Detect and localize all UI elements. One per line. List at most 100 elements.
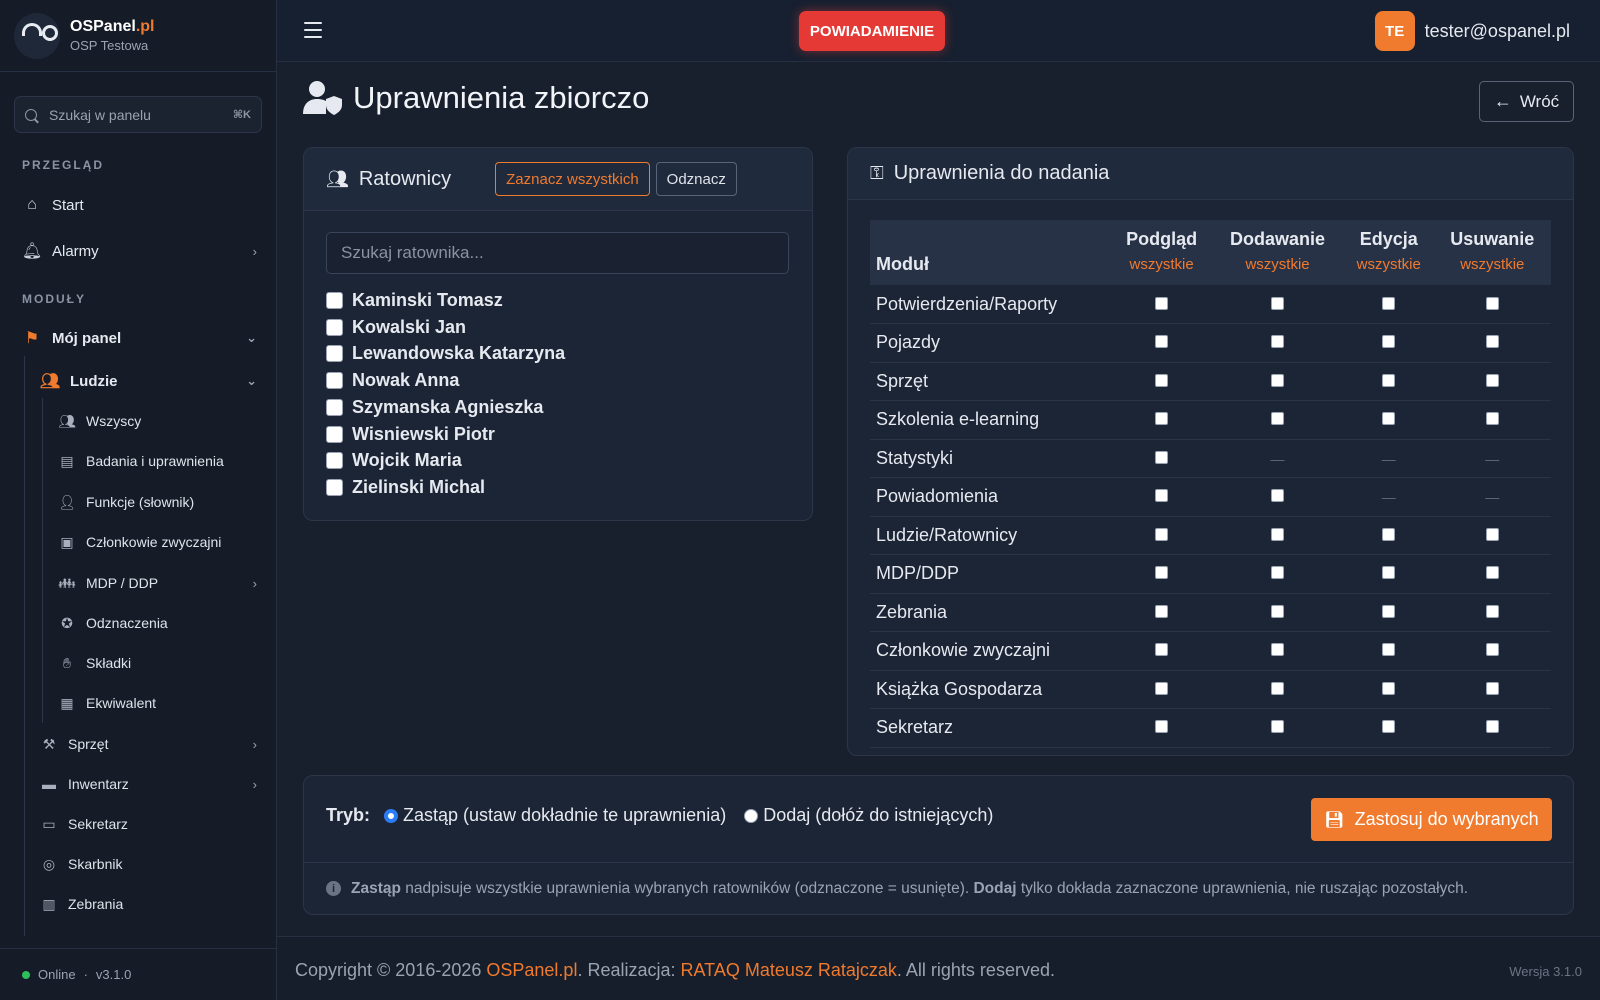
- permission-checkbox[interactable]: [1271, 566, 1285, 580]
- mode-replace-radio[interactable]: [384, 808, 399, 823]
- permission-checkbox[interactable]: [1155, 720, 1169, 734]
- mode-label: Tryb:: [326, 805, 371, 825]
- rescuer-search-input[interactable]: Szukaj ratownika...: [326, 232, 789, 274]
- rescuer-item[interactable]: Wisniewski Piotr: [326, 424, 495, 445]
- permission-checkbox[interactable]: [1271, 373, 1285, 387]
- permission-checkbox[interactable]: [1155, 335, 1169, 349]
- rescuer-checkbox[interactable]: [326, 318, 343, 336]
- sidebar-item-alarms[interactable]: 🔔︎ Alarmy ›: [0, 240, 277, 262]
- rescuer-item[interactable]: Wojcik Maria: [326, 450, 462, 471]
- rescuer-item[interactable]: Kaminski Tomasz: [326, 290, 503, 311]
- rescuer-checkbox[interactable]: [326, 452, 343, 470]
- permission-checkbox[interactable]: [1485, 335, 1499, 349]
- rescuer-checkbox[interactable]: [326, 398, 343, 416]
- user-menu[interactable]: TE tester@ospanel.pl: [1374, 11, 1570, 51]
- permission-checkbox[interactable]: [1155, 296, 1169, 310]
- permission-checkbox[interactable]: [1271, 489, 1285, 503]
- sidebar-subitem-4[interactable]: 👪︎ MDP / DDP ›: [0, 572, 277, 594]
- footer-author-link[interactable]: RATAQ Mateusz Ratajczak: [681, 960, 897, 980]
- mode-add-radio[interactable]: [744, 808, 759, 823]
- sidebar-item-my-panel[interactable]: ⚑ Mój panel ⌄: [0, 327, 277, 349]
- sidebar-module-3[interactable]: ◎ Skarbnik: [0, 853, 277, 875]
- sidebar-item-people[interactable]: 👥︎ Ludzie ⌄: [0, 370, 277, 392]
- permission-checkbox[interactable]: [1485, 604, 1499, 618]
- permission-checkbox[interactable]: [1155, 412, 1169, 426]
- sidebar-module-1[interactable]: ▬ Inwentarz ›: [0, 773, 277, 795]
- permission-checkbox[interactable]: [1271, 527, 1285, 541]
- permission-checkbox[interactable]: [1155, 373, 1169, 387]
- rescuer-item[interactable]: Kowalski Jan: [326, 317, 466, 338]
- sidebar-module-0[interactable]: ⚒ Sprzęt ›: [0, 733, 277, 755]
- sidebar-subitem-3[interactable]: ▣ Członkowie zwyczajni: [0, 531, 277, 553]
- select-column-all-link[interactable]: wszystkie: [1344, 256, 1434, 273]
- permission-checkbox[interactable]: [1271, 643, 1285, 657]
- permission-checkbox[interactable]: [1382, 643, 1396, 657]
- sidebar-subitem-0[interactable]: 👥︎ Wszyscy: [0, 410, 277, 432]
- select-column-all-link[interactable]: wszystkie: [1112, 256, 1211, 273]
- back-button[interactable]: ← Wróć: [1479, 81, 1574, 122]
- sidebar-module-2[interactable]: ▭ Sekretarz: [0, 813, 277, 835]
- permission-checkbox[interactable]: [1155, 643, 1169, 657]
- permission-checkbox[interactable]: [1382, 412, 1396, 426]
- permission-checkbox[interactable]: [1155, 527, 1169, 541]
- notification-button[interactable]: POWIADAMIENIE: [799, 11, 945, 51]
- footer: Copyright © 2016-2026 OSPanel.pl. Realiz…: [277, 936, 1600, 1000]
- rescuer-item[interactable]: Szymanska Agnieszka: [326, 397, 543, 418]
- permission-checkbox[interactable]: [1155, 604, 1169, 618]
- select-all-button[interactable]: Zaznacz wszystkich: [495, 162, 650, 196]
- rescuer-checkbox[interactable]: [326, 372, 343, 390]
- permission-checkbox[interactable]: [1485, 720, 1499, 734]
- sidebar-subitem-2[interactable]: 👤︎ Funkcje (słownik): [0, 491, 277, 513]
- permission-checkbox[interactable]: [1382, 335, 1396, 349]
- rescuer-checkbox[interactable]: [326, 292, 343, 309]
- footer-brand-link[interactable]: OSPanel.pl: [486, 960, 577, 980]
- menu-toggle-icon[interactable]: [304, 22, 322, 38]
- permission-checkbox[interactable]: [1485, 412, 1499, 426]
- unavailable-dash: —: [1270, 450, 1285, 467]
- sidebar-module-4[interactable]: ▥ Zebrania: [0, 893, 277, 915]
- permission-checkbox[interactable]: [1155, 450, 1169, 464]
- sidebar-subitem-6[interactable]: ✋︎ Składki: [0, 652, 277, 674]
- permission-checkbox[interactable]: [1271, 720, 1285, 734]
- rescuer-checkbox[interactable]: [326, 425, 343, 443]
- permission-checkbox[interactable]: [1155, 566, 1169, 580]
- permission-checkbox[interactable]: [1485, 373, 1499, 387]
- permission-checkbox[interactable]: [1382, 566, 1396, 580]
- permission-checkbox[interactable]: [1485, 681, 1499, 695]
- sidebar-item-start[interactable]: ⌂ Start: [0, 194, 277, 216]
- rescuer-checkbox[interactable]: [326, 478, 343, 496]
- permission-checkbox[interactable]: [1271, 335, 1285, 349]
- panel-search-input[interactable]: Szukaj w panelu ⌘K: [14, 96, 262, 133]
- info-add-bold: Dodaj: [973, 879, 1017, 897]
- permission-checkbox[interactable]: [1485, 566, 1499, 580]
- permission-checkbox[interactable]: [1382, 720, 1396, 734]
- mode-replace-label[interactable]: Zastąp (ustaw dokładnie te uprawnienia): [403, 805, 726, 826]
- select-column-all-link[interactable]: wszystkie: [1434, 256, 1551, 273]
- permission-checkbox[interactable]: [1271, 296, 1285, 310]
- apply-button[interactable]: 💾︎ Zastosuj do wybranych: [1311, 798, 1552, 841]
- permission-checkbox[interactable]: [1382, 373, 1396, 387]
- permission-checkbox[interactable]: [1485, 643, 1499, 657]
- permission-checkbox[interactable]: [1271, 412, 1285, 426]
- permission-checkbox[interactable]: [1271, 604, 1285, 618]
- permission-checkbox[interactable]: [1271, 681, 1285, 695]
- rescuer-item[interactable]: Lewandowska Katarzyna: [326, 343, 565, 364]
- permission-checkbox[interactable]: [1382, 604, 1396, 618]
- mode-add-label[interactable]: Dodaj (dołóż do istniejących): [763, 805, 993, 826]
- permission-checkbox[interactable]: [1485, 296, 1499, 310]
- sidebar-subitem-5[interactable]: ✪ Odznaczenia: [0, 612, 277, 634]
- brand[interactable]: OSPanel.pl OSP Testowa: [0, 0, 276, 72]
- deselect-button[interactable]: Odznacz: [655, 162, 737, 196]
- permission-checkbox[interactable]: [1485, 527, 1499, 541]
- permission-checkbox[interactable]: [1382, 296, 1396, 310]
- rescuer-checkbox[interactable]: [326, 345, 343, 363]
- sidebar-subitem-7[interactable]: ▦ Ekwiwalent: [0, 692, 277, 714]
- permission-checkbox[interactable]: [1382, 681, 1396, 695]
- rescuer-item[interactable]: Nowak Anna: [326, 370, 459, 391]
- permission-checkbox[interactable]: [1382, 527, 1396, 541]
- sidebar-subitem-1[interactable]: ▤ Badania i uprawnienia: [0, 450, 277, 472]
- permission-checkbox[interactable]: [1155, 681, 1169, 695]
- select-column-all-link[interactable]: wszystkie: [1211, 256, 1344, 273]
- permission-checkbox[interactable]: [1155, 489, 1169, 503]
- rescuer-item[interactable]: Zielinski Michal: [326, 477, 485, 498]
